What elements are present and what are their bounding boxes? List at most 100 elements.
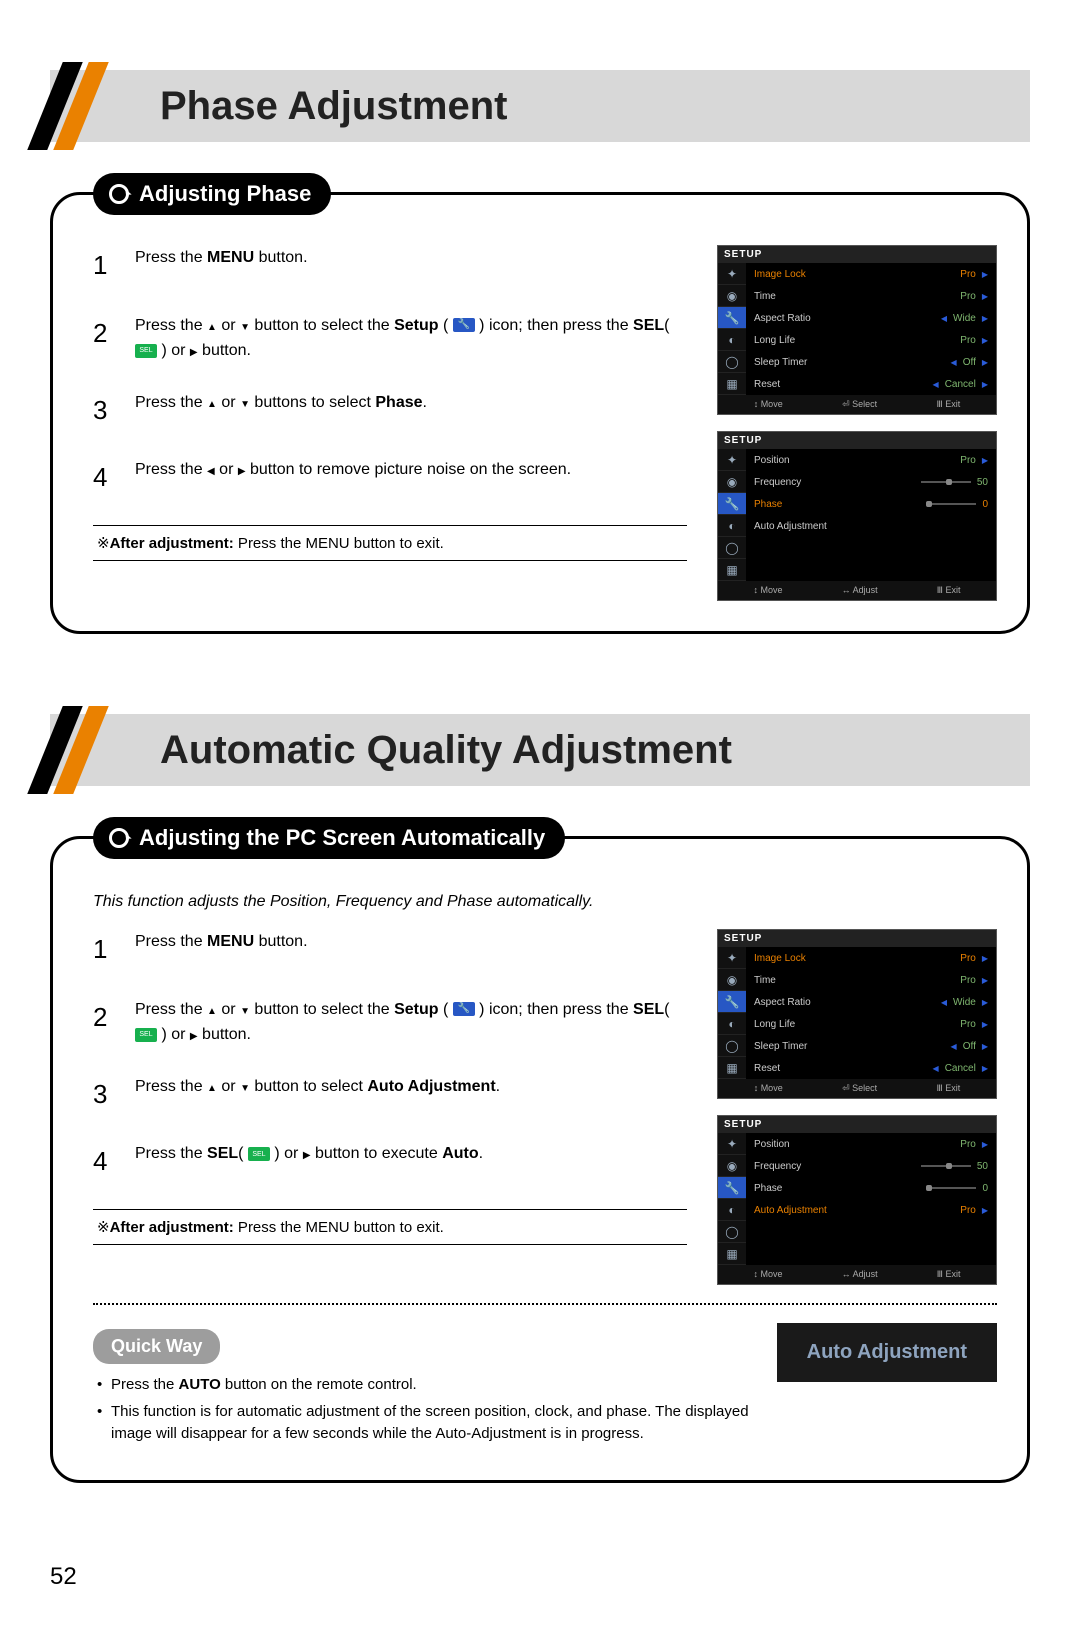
t: button to select the: [250, 1001, 394, 1018]
osd-title: SETUP: [718, 246, 996, 263]
osd-setup-menu-1: SETUP ✦◉🔧◐◯▦ Image LockPro▶ TimePro▶ Asp…: [717, 245, 997, 415]
down-icon: ▼: [240, 1007, 250, 1017]
t: Pro: [960, 455, 976, 466]
t: Pro: [960, 953, 976, 964]
t: Auto: [442, 1145, 478, 1162]
t: Off: [963, 1041, 976, 1052]
t: ) or: [270, 1145, 303, 1162]
auto-adjustment-badge: Auto Adjustment: [777, 1323, 997, 1382]
sel-icon: SEL: [135, 344, 157, 358]
t: Image Lock: [754, 953, 806, 964]
section-header-1: Phase Adjustment: [50, 70, 1030, 142]
up-icon: ▲: [207, 323, 217, 333]
t: MENU: [207, 933, 254, 950]
osd-side-icons: ✦◉🔧◐◯▦: [718, 263, 746, 395]
t: Press the: [135, 1001, 207, 1018]
t: 50: [977, 1161, 988, 1172]
t: Pro: [960, 291, 976, 302]
down-icon: ▼: [240, 323, 250, 333]
t: Phase: [375, 394, 422, 411]
t: 50: [977, 477, 988, 488]
t: Auto Adjustment: [754, 1205, 827, 1216]
t: (: [664, 1001, 669, 1018]
osd-side-icons: ✦◉🔧◐◯▦: [718, 947, 746, 1079]
intro-text: This function adjusts the Position, Freq…: [93, 893, 997, 911]
step-2-3: 3 Press the ▲ or ▼ button to select Auto…: [93, 1074, 687, 1116]
sel-icon: SEL: [135, 1028, 157, 1042]
section-box-2: Adjusting the PC Screen Automatically Th…: [50, 836, 1030, 1483]
t: or: [215, 461, 238, 478]
header-decoration: [35, 62, 125, 152]
t: Reset: [754, 1063, 780, 1074]
quick-bullet-2: This function is for automatic adjustmen…: [111, 1401, 757, 1446]
osd-side-icons: ✦◉🔧◐◯▦: [718, 1133, 746, 1265]
t: Aspect Ratio: [754, 997, 811, 1008]
t: Aspect Ratio: [754, 313, 811, 324]
t: or: [217, 1078, 240, 1095]
osd-title: SETUP: [718, 1116, 996, 1133]
t: button.: [198, 1026, 251, 1043]
section-header-2: Automatic Quality Adjustment: [50, 714, 1030, 786]
t: Sleep Timer: [754, 357, 807, 368]
t: After adjustment:: [110, 535, 234, 552]
step-1-4: 4 Press the ◀ or ▶ button to remove pict…: [93, 457, 687, 499]
t: or: [217, 394, 240, 411]
t: Press the: [135, 933, 207, 950]
t: (: [238, 1145, 248, 1162]
t: SEL: [633, 317, 664, 334]
section-box-1: Adjusting Phase 1 Press the MENU button.…: [50, 192, 1030, 634]
t: Press the: [135, 394, 207, 411]
dotted-separator: [93, 1303, 997, 1305]
t: ) icon; then press the: [475, 1001, 633, 1018]
osd-auto-menu-2: SETUP ✦◉🔧◐◯▦ PositionPro▶ Frequency50 Ph…: [717, 1115, 997, 1285]
t: .: [423, 394, 427, 411]
t: Pro: [960, 335, 976, 346]
t: Long Life: [754, 1019, 795, 1030]
t: Frequency: [754, 1161, 801, 1172]
t: After adjustment:: [110, 1219, 234, 1236]
t: Ⅲ Exit: [937, 1269, 961, 1280]
t: ⏎ Select: [842, 399, 877, 410]
step-2-2: 2 Press the ▲ or ▼ button to select the …: [93, 997, 687, 1048]
t: ↔ Adjust: [842, 1269, 878, 1280]
t: Press the: [135, 317, 207, 334]
page-number: 52: [50, 1563, 1030, 1591]
t: ↔ Adjust: [842, 585, 878, 596]
header-title-1: Phase Adjustment: [160, 84, 507, 129]
osd-setup-menu-2: SETUP ✦◉🔧◐◯▦ Image LockPro▶ TimePro▶ Asp…: [717, 929, 997, 1099]
t: Cancel: [945, 1063, 976, 1074]
t: (: [664, 317, 669, 334]
left-icon: ◀: [207, 467, 215, 477]
t: Position: [754, 455, 790, 466]
t: Press the: [111, 1376, 179, 1393]
t: Time: [754, 975, 776, 986]
osd-side-icons: ✦◉🔧◐◯▦: [718, 449, 746, 581]
t: ) or: [157, 1026, 190, 1043]
t: Press the MENU button to exit.: [234, 1219, 444, 1236]
t: Time: [754, 291, 776, 302]
section-pill-1: Adjusting Phase: [93, 173, 331, 215]
sel-icon: SEL: [248, 1147, 270, 1161]
t: .: [479, 1145, 483, 1162]
t: 0: [982, 1183, 988, 1194]
t: button to select the: [250, 317, 394, 334]
t: AUTO: [179, 1376, 221, 1393]
down-icon: ▼: [240, 1084, 250, 1094]
t: Press the MENU button to exit.: [234, 535, 444, 552]
t: MENU: [207, 249, 254, 266]
t: or: [217, 1001, 240, 1018]
pill-label-1: Adjusting Phase: [139, 181, 311, 207]
t: Off: [963, 357, 976, 368]
right-icon: ▶: [238, 467, 246, 477]
t: Phase: [754, 499, 782, 510]
t: ※: [97, 1219, 110, 1236]
t: ※: [97, 535, 110, 552]
t: ) or: [157, 342, 190, 359]
t: Reset: [754, 379, 780, 390]
up-icon: ▲: [207, 1084, 217, 1094]
t: Press the: [135, 1145, 207, 1162]
t: (: [439, 317, 453, 334]
t: Pro: [960, 269, 976, 280]
t: ↕ Move: [754, 585, 783, 596]
t: Wide: [953, 997, 976, 1008]
